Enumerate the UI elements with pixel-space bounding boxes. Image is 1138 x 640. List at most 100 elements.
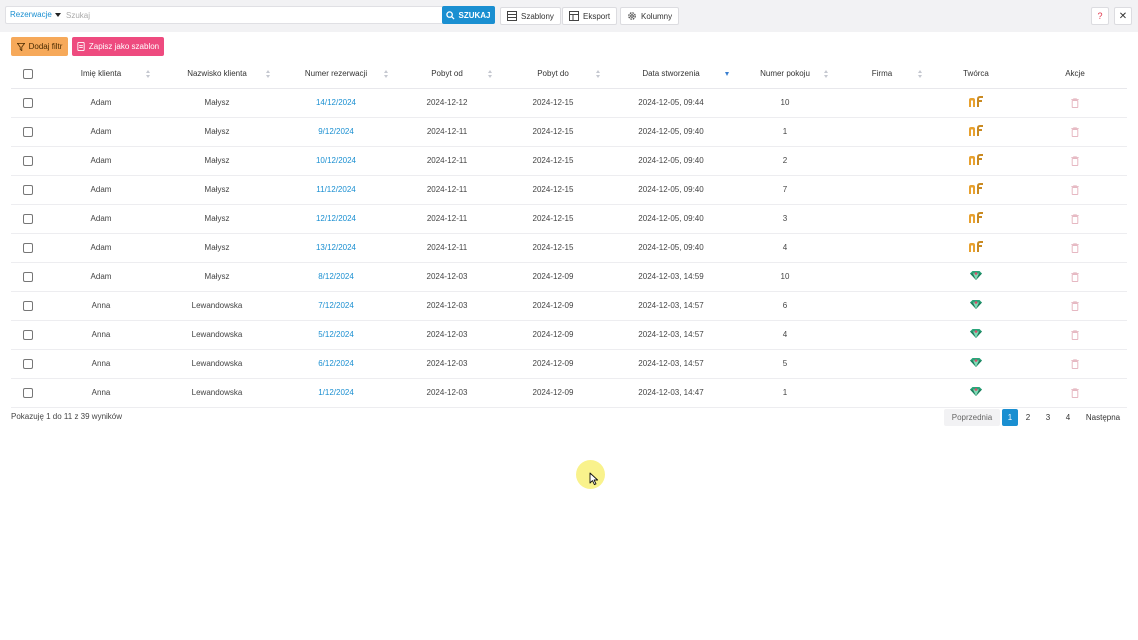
table-row[interactable]: Adam Małysz 8/12/2024 2024-12-03 2024-12-09 2… [11, 262, 1127, 292]
column-header-first-name[interactable]: Imię klienta [45, 60, 157, 89]
trash-icon[interactable] [1071, 271, 1079, 282]
search-bar: Rezerwacje SZUKAJ [5, 6, 495, 24]
sort-icon[interactable] [266, 70, 271, 78]
reservation-number-link[interactable]: 7/12/2024 [277, 291, 395, 321]
created-cell: 2024-12-05, 09:40 [607, 233, 735, 263]
export-button[interactable]: Eksport [562, 7, 618, 25]
trash-icon[interactable] [1071, 242, 1079, 253]
actions-cell [1023, 233, 1127, 263]
reservation-number-link[interactable]: 13/12/2024 [277, 233, 395, 263]
columns-button[interactable]: Kolumny [620, 7, 680, 25]
gem-icon [970, 271, 982, 280]
columns-button-label: Kolumny [641, 11, 673, 21]
table-row[interactable]: Adam Małysz 10/12/2024 2024-12-11 2024-12-15… [11, 146, 1127, 176]
first-name-cell: Adam [45, 88, 157, 118]
row-checkbox[interactable] [23, 358, 33, 369]
templates-button-label: Szablony [521, 11, 554, 21]
row-checkbox[interactable] [23, 387, 33, 398]
created-cell: 2024-12-03, 14:57 [607, 320, 735, 350]
column-label: Nazwisko klienta [187, 69, 247, 79]
sort-icon[interactable] [384, 70, 389, 78]
sort-icon[interactable] [918, 70, 923, 78]
table-row[interactable]: Adam Małysz 12/12/2024 2024-12-11 2024-12-15… [11, 204, 1127, 234]
row-checkbox[interactable] [23, 126, 33, 137]
row-checkbox[interactable] [23, 271, 33, 282]
table-row[interactable]: Adam Małysz 14/12/2024 2024-12-12 2024-12-15… [11, 88, 1127, 118]
trash-icon[interactable] [1071, 155, 1079, 166]
pagination-page-1[interactable]: 1 [1002, 409, 1018, 426]
pagination-page-2[interactable]: 2 [1020, 409, 1036, 426]
pagination-prev[interactable]: Poprzednia [944, 409, 1000, 426]
reservation-number-link[interactable]: 12/12/2024 [277, 204, 395, 234]
table-row[interactable]: Anna Lewandowska 1/12/2024 2024-12-03 2024-1… [11, 378, 1127, 408]
room-number-cell: 4 [735, 320, 835, 350]
trash-icon[interactable] [1071, 97, 1079, 108]
help-button[interactable]: ? [1091, 7, 1109, 25]
sort-icon[interactable] [146, 70, 151, 78]
row-checkbox[interactable] [23, 155, 33, 166]
row-checkbox[interactable] [23, 97, 33, 108]
row-select-cell [11, 88, 45, 118]
column-header-reservation-number[interactable]: Numer rezerwacji [277, 60, 395, 89]
reservation-number-link[interactable]: 6/12/2024 [277, 349, 395, 379]
close-button[interactable]: ✕ [1114, 7, 1132, 25]
row-checkbox[interactable] [23, 329, 33, 340]
reservation-number-link[interactable]: 5/12/2024 [277, 320, 395, 350]
reservation-number-link[interactable]: 10/12/2024 [277, 146, 395, 176]
stay-to-cell: 2024-12-09 [499, 349, 607, 379]
trash-icon[interactable] [1071, 358, 1079, 369]
pagination-next[interactable]: Następna [1082, 409, 1124, 426]
reservation-number-link[interactable]: 11/12/2024 [277, 175, 395, 205]
reservation-number-link[interactable]: 8/12/2024 [277, 262, 395, 292]
trash-icon[interactable] [1071, 126, 1079, 137]
scope-dropdown[interactable]: Rezerwacje [10, 7, 61, 23]
table-row[interactable]: Adam Małysz 13/12/2024 2024-12-11 2024-12-15… [11, 233, 1127, 263]
reservation-number-link[interactable]: 1/12/2024 [277, 378, 395, 408]
row-checkbox[interactable] [23, 184, 33, 195]
select-all-checkbox[interactable] [23, 68, 33, 79]
row-checkbox[interactable] [23, 242, 33, 253]
row-checkbox[interactable] [23, 213, 33, 224]
search-input[interactable] [66, 8, 436, 22]
column-label: Pobyt od [431, 69, 463, 79]
search-button[interactable]: SZUKAJ [442, 6, 495, 24]
first-name-cell: Anna [45, 378, 157, 408]
row-checkbox[interactable] [23, 300, 33, 311]
column-header-stay-from[interactable]: Pobyt od [395, 60, 499, 89]
table-row[interactable]: Anna Lewandowska 5/12/2024 2024-12-03 2024-1… [11, 320, 1127, 350]
created-cell: 2024-12-05, 09:40 [607, 175, 735, 205]
pagination-page-4[interactable]: 4 [1060, 409, 1076, 426]
column-header-room[interactable]: Numer pokoju [735, 60, 835, 89]
sort-desc-icon[interactable] [725, 72, 729, 76]
table-row[interactable]: Anna Lewandowska 7/12/2024 2024-12-03 2024-1… [11, 291, 1127, 321]
trash-icon[interactable] [1071, 184, 1079, 195]
sort-icon[interactable] [488, 70, 493, 78]
add-filter-button[interactable]: Dodaj filtr [11, 37, 68, 56]
templates-button[interactable]: Szablony [500, 7, 561, 25]
row-select-cell [11, 146, 45, 176]
column-header-company[interactable]: Firma [835, 60, 929, 89]
sort-icon[interactable] [824, 70, 829, 78]
room-number-cell: 1 [735, 378, 835, 408]
column-header-created[interactable]: Data stworzenia [607, 60, 735, 89]
sort-icon[interactable] [596, 70, 601, 78]
save-template-button[interactable]: Zapisz jako szablon [72, 37, 164, 56]
actions-cell [1023, 88, 1127, 118]
column-header-stay-to[interactable]: Pobyt do [499, 60, 607, 89]
pagination-page-3[interactable]: 3 [1040, 409, 1056, 426]
table-row[interactable]: Anna Lewandowska 6/12/2024 2024-12-03 2024-1… [11, 349, 1127, 379]
column-header-last-name[interactable]: Nazwisko klienta [157, 60, 277, 89]
trash-icon[interactable] [1071, 329, 1079, 340]
reservation-number-link[interactable]: 9/12/2024 [277, 117, 395, 147]
table-row[interactable]: Adam Małysz 11/12/2024 2024-12-11 2024-12-15… [11, 175, 1127, 205]
creator-cell [929, 233, 1023, 263]
nf-logo-icon [969, 212, 983, 223]
trash-icon[interactable] [1071, 213, 1079, 224]
trash-icon[interactable] [1071, 300, 1079, 311]
last-name-cell: Małysz [157, 117, 277, 147]
trash-icon[interactable] [1071, 387, 1079, 398]
table-row[interactable]: Adam Małysz 9/12/2024 2024-12-11 2024-12-15 2… [11, 117, 1127, 147]
reservation-number-link[interactable]: 14/12/2024 [277, 88, 395, 118]
company-cell [835, 291, 929, 321]
room-number-cell: 10 [735, 262, 835, 292]
